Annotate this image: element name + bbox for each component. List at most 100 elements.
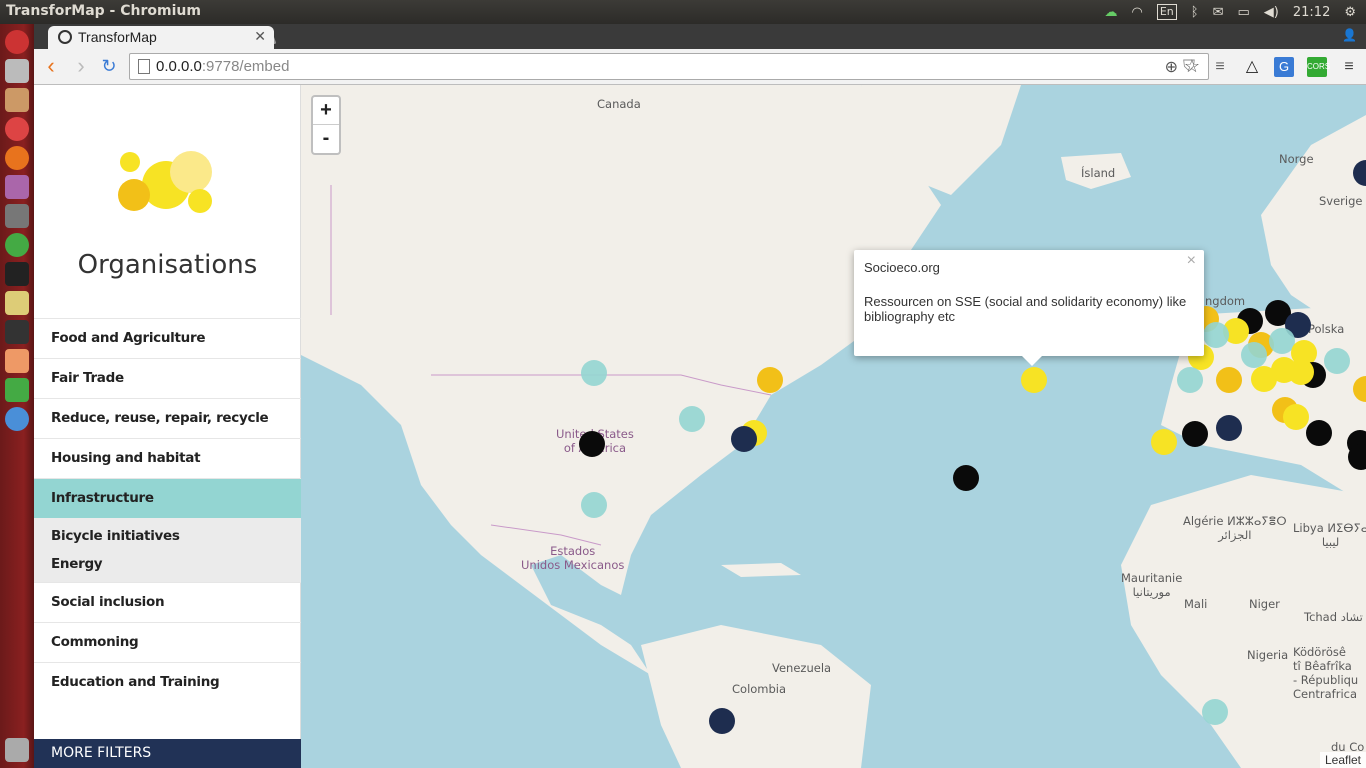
tab-close-icon[interactable]: ✕ <box>254 28 266 45</box>
inkscape-icon[interactable] <box>5 262 29 286</box>
update-icon[interactable]: ☁ <box>1105 5 1118 20</box>
label-tchad: Tchad تشاد <box>1304 610 1363 624</box>
subcategory-bicycle[interactable]: Bicycle initiatives <box>34 522 301 550</box>
label-mauritanie: Mauritanie موريتانيا <box>1121 571 1183 599</box>
forward-button[interactable]: › <box>70 55 92 77</box>
files-icon[interactable] <box>5 59 29 83</box>
map-marker[interactable] <box>1021 367 1047 393</box>
popup-title: Socioeco.org <box>864 260 940 275</box>
reader-extension-icon[interactable]: ≡ <box>1210 57 1230 77</box>
usb-icon[interactable] <box>5 204 29 228</box>
category-fair-trade[interactable]: Fair Trade <box>34 358 301 398</box>
scandinavia-landmass <box>1261 115 1366 315</box>
cors-extension-icon[interactable]: CORS <box>1307 57 1330 77</box>
zoom-out-button[interactable]: - <box>313 125 339 153</box>
tab-title: TransforMap <box>78 29 157 45</box>
volume-icon[interactable]: ◀) <box>1264 5 1279 20</box>
map-view[interactable]: Canada Ísland Norge Sverige ngdom Polska… <box>301 85 1366 768</box>
sidebar: Organisations Food and Agriculture Fair … <box>34 85 301 768</box>
map-marker[interactable] <box>1203 322 1229 348</box>
map-marker[interactable] <box>1177 367 1203 393</box>
presentation-icon[interactable] <box>5 349 29 373</box>
keyboard-layout[interactable]: En <box>1156 4 1177 20</box>
globe-icon[interactable] <box>5 233 29 257</box>
map-attribution[interactable]: Leaflet <box>1319 752 1366 768</box>
bluetooth-icon[interactable]: ᛒ <box>1191 5 1199 20</box>
category-social-inclusion[interactable]: Social inclusion <box>34 582 301 622</box>
map-marker[interactable] <box>1151 429 1177 455</box>
map-marker[interactable] <box>709 708 735 734</box>
more-filters-button[interactable]: MORE FILTERS <box>34 739 301 768</box>
settings-icon[interactable] <box>5 117 29 141</box>
label-kingdom: ngdom <box>1205 294 1246 308</box>
map-marker[interactable] <box>579 431 605 457</box>
zoom-icon[interactable]: ⊕ <box>1165 57 1178 77</box>
sidebar-title: Organisations <box>77 250 258 280</box>
map-marker[interactable] <box>1182 421 1208 447</box>
label-norge: Norge <box>1279 152 1314 166</box>
battery-icon[interactable]: ▭ <box>1238 5 1250 20</box>
shield-extension-icon[interactable]: ⛉ <box>1179 57 1199 77</box>
label-libya: Libya ⵍⵉⴱⵢⴰ ليبيا <box>1293 521 1366 549</box>
label-venezuela: Venezuela <box>772 661 832 675</box>
label-colombia: Colombia <box>732 682 787 696</box>
popup-close-button[interactable]: × <box>1187 252 1196 270</box>
category-education[interactable]: Education and Training <box>34 662 301 702</box>
address-bar[interactable]: 0.0.0.0:9778/embed ⊕ ☆ <box>129 53 1209 80</box>
map-marker[interactable] <box>1216 367 1242 393</box>
zoom-in-button[interactable]: + <box>313 97 339 125</box>
map-marker[interactable] <box>581 360 607 386</box>
url-text: 0.0.0.0:9778/embed <box>156 58 290 75</box>
mail-icon[interactable]: ✉ <box>1213 5 1224 20</box>
profile-icon[interactable]: 👤 <box>1342 28 1358 44</box>
popup-tip <box>1022 356 1042 366</box>
marker-popup: × Socioeco.org Ressourcen on SSE (social… <box>854 250 1204 366</box>
map-marker[interactable] <box>953 465 979 491</box>
map-marker[interactable] <box>1283 404 1309 430</box>
label-mali: Mali <box>1184 597 1208 611</box>
window-title: TransforMap - Chromium <box>6 3 201 19</box>
translate-extension-icon[interactable]: G <box>1274 57 1294 77</box>
wifi-icon[interactable]: ◠ <box>1132 5 1143 20</box>
map-marker[interactable] <box>757 367 783 393</box>
label-sverige: Sverige <box>1319 194 1363 208</box>
category-reduce-reuse[interactable]: Reduce, reuse, repair, recycle <box>34 398 301 438</box>
category-food-agriculture[interactable]: Food and Agriculture <box>34 318 301 358</box>
map-marker[interactable] <box>1306 420 1332 446</box>
ubuntu-dash-icon[interactable] <box>5 30 29 54</box>
map-marker[interactable] <box>1324 348 1350 374</box>
subcategory-energy[interactable]: Energy <box>34 550 301 578</box>
menu-icon[interactable]: ≡ <box>1339 57 1359 77</box>
settings-gear-icon[interactable]: ⚙ <box>1344 5 1356 20</box>
map-marker[interactable] <box>1216 415 1242 441</box>
triangle-extension-icon[interactable]: △ <box>1242 57 1262 77</box>
map-marker[interactable] <box>731 426 757 452</box>
trash-icon[interactable] <box>5 738 29 762</box>
clock[interactable]: 21:12 <box>1293 5 1330 20</box>
map-marker[interactable] <box>1251 366 1277 392</box>
map-marker[interactable] <box>1202 699 1228 725</box>
back-button[interactable]: ‹ <box>40 55 62 77</box>
tab-transformap[interactable]: TransforMap ✕ <box>48 26 274 49</box>
label-island: Ísland <box>1081 166 1116 180</box>
category-housing[interactable]: Housing and habitat <box>34 438 301 478</box>
north-america-landmass <box>301 85 941 675</box>
map-marker[interactable] <box>1288 359 1314 385</box>
app-icon[interactable] <box>5 175 29 199</box>
map-marker[interactable] <box>581 492 607 518</box>
system-tray: ☁ ◠ En ᛒ ✉ ▭ ◀) 21:12 ⚙ <box>1105 0 1366 24</box>
firefox-icon[interactable] <box>5 146 29 170</box>
page-icon <box>138 59 150 74</box>
image-viewer-icon[interactable] <box>5 291 29 315</box>
archive-icon[interactable] <box>5 88 29 112</box>
chromium-icon[interactable] <box>5 407 29 431</box>
spreadsheet-icon[interactable] <box>5 378 29 402</box>
label-algerie: Algérie ⵍⵣⵣⴰⵢⴻⵔ الجزائر <box>1183 514 1287 542</box>
map-marker[interactable] <box>1241 342 1267 368</box>
infrastructure-subcategories: Bicycle initiatives Energy <box>34 518 301 582</box>
terminal-icon[interactable] <box>5 320 29 344</box>
reload-button[interactable]: ↻ <box>98 55 120 77</box>
map-marker[interactable] <box>679 406 705 432</box>
category-infrastructure[interactable]: Infrastructure <box>34 478 301 518</box>
category-commoning[interactable]: Commoning <box>34 622 301 662</box>
